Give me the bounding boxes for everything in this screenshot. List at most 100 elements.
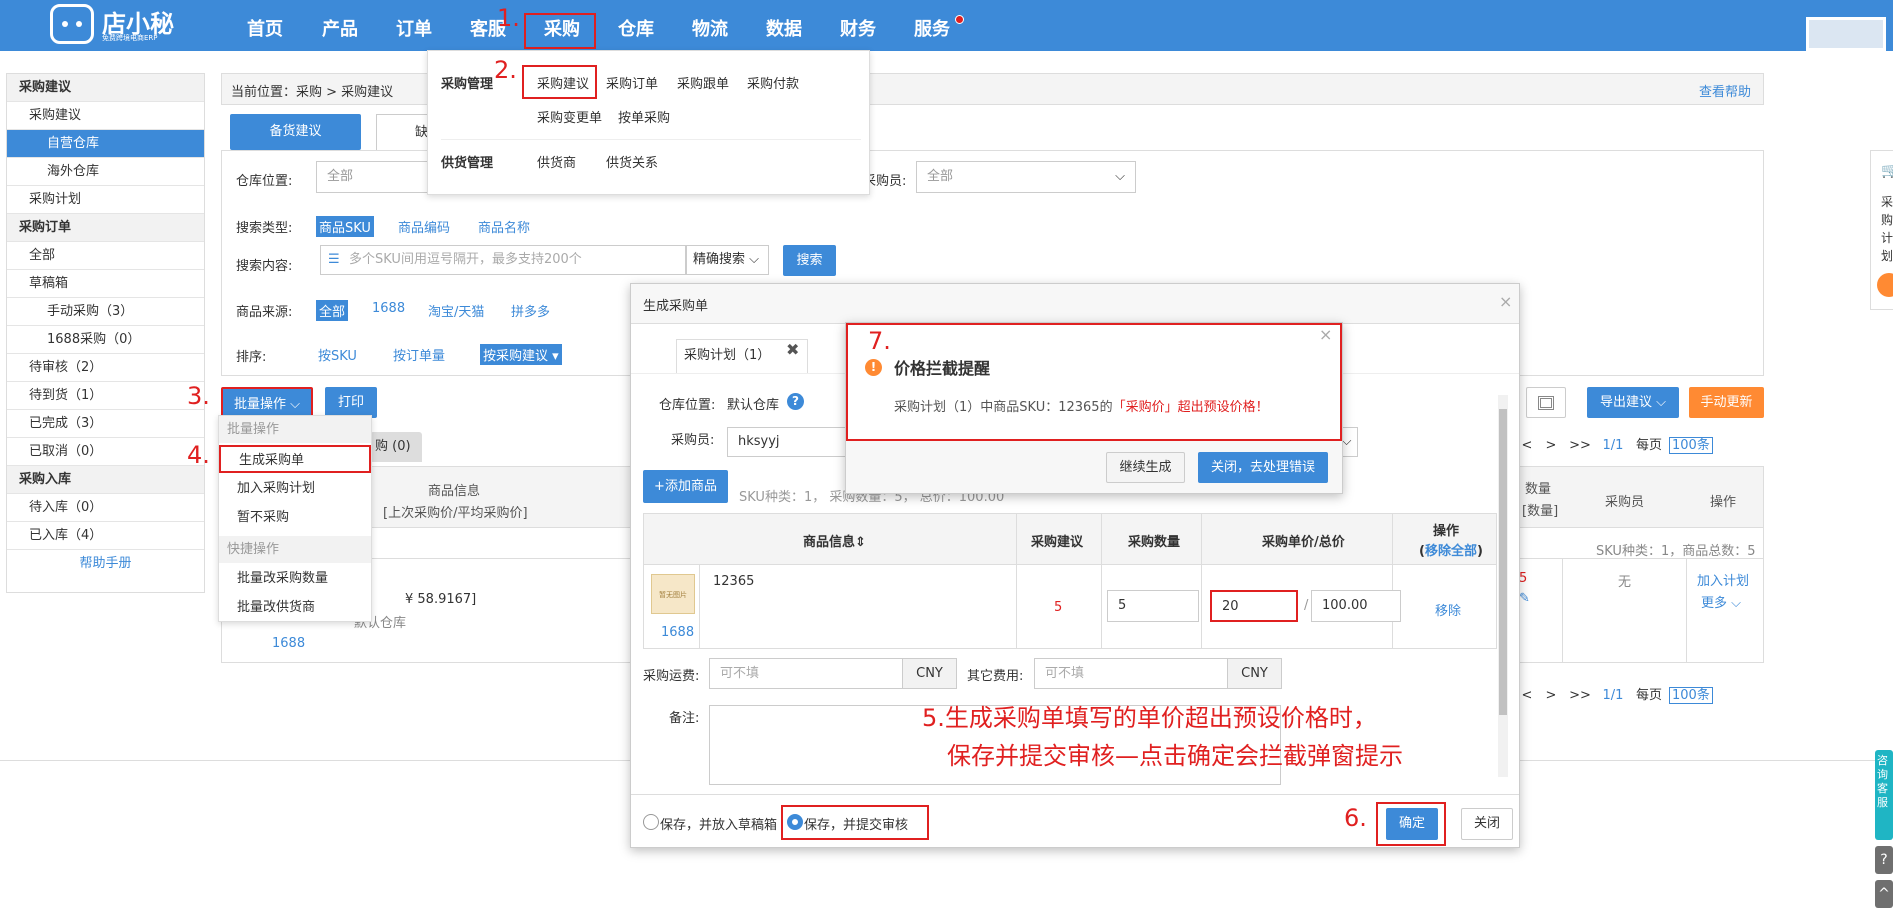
nav-products[interactable]: 产品 [322, 0, 358, 51]
sidebar-help-link[interactable]: 帮助手册 [7, 550, 204, 578]
user-avatar[interactable] [1806, 17, 1886, 51]
radio-submit-review[interactable] [787, 814, 803, 830]
sort-sku[interactable]: 按SKU [318, 345, 357, 364]
search-type-sku[interactable]: 商品SKU [316, 216, 374, 237]
nav-warehouse[interactable]: 仓库 [618, 0, 654, 51]
list-tab-purchase[interactable]: 购 (0) [370, 432, 422, 462]
batch-edit-supplier[interactable]: 批量改供货商 [219, 594, 371, 622]
per-page-select-bottom[interactable]: 100条 [1669, 687, 1713, 704]
row-source-link[interactable]: 1688 [272, 636, 305, 651]
menu-supply-relation[interactable]: 供货关系 [606, 152, 658, 171]
freight-input[interactable]: 可不填 [709, 658, 903, 689]
nav-purchase[interactable]: 采购 [544, 0, 580, 51]
menu-purchase-payment[interactable]: 采购付款 [747, 73, 799, 92]
row-source[interactable]: 1688 [661, 625, 694, 640]
modal-buyer-select[interactable]: hksyyj [727, 427, 847, 457]
confirm-button[interactable]: 确定 [1386, 808, 1438, 840]
qty-input[interactable]: 5 [1107, 590, 1199, 622]
pager-last[interactable]: >> [1563, 438, 1597, 453]
purchase-plan-float[interactable]: 🛒 采购计划 [1870, 150, 1893, 310]
sidebar-item[interactable]: 手动采购（3） [7, 298, 204, 326]
other-fee-input[interactable]: 可不填 [1034, 658, 1228, 689]
more-link[interactable]: 更多 ⌵ [1701, 592, 1741, 611]
modal-close-icon[interactable]: × [1499, 292, 1512, 311]
export-button[interactable]: 导出建议 ⌵ [1587, 387, 1679, 418]
continue-generate-button[interactable]: 继续生成 [1106, 452, 1185, 483]
add-to-plan-link[interactable]: 加入计划 [1697, 570, 1749, 589]
buyer-select[interactable]: 全部 ⌵ [916, 161, 1136, 193]
manual-update-button[interactable]: 手动更新 [1689, 387, 1764, 418]
remove-all-link[interactable]: (移除全部) [1419, 540, 1483, 559]
nav-logistics[interactable]: 物流 [692, 0, 728, 51]
batch-skip[interactable]: 暂不采购 [219, 504, 371, 532]
nav-orders[interactable]: 订单 [396, 0, 432, 51]
sort-suggestion[interactable]: 按采购建议 ▾ [480, 344, 562, 365]
search-type-name[interactable]: 商品名称 [478, 217, 530, 236]
batch-operation-button[interactable]: 批量操作 ⌵ [221, 387, 313, 418]
per-page-select[interactable]: 100条 [1669, 437, 1713, 454]
back-to-top-icon[interactable]: ^ [1875, 880, 1893, 908]
menu-purchase-order[interactable]: 采购订单 [606, 73, 658, 92]
menu-purchase-follow[interactable]: 采购跟单 [677, 73, 729, 92]
unit-price-input[interactable]: 20 [1210, 590, 1298, 622]
nav-home[interactable]: 首页 [247, 0, 283, 51]
nav-data[interactable]: 数据 [766, 0, 802, 51]
menu-supplier[interactable]: 供货商 [537, 152, 576, 171]
add-product-button[interactable]: +添加商品 [643, 470, 728, 503]
print-button[interactable]: 打印 [325, 387, 377, 418]
sidebar-item[interactable]: 已完成（3） [7, 410, 204, 438]
radio-draft[interactable] [643, 814, 659, 830]
remove-link[interactable]: 移除 [1435, 600, 1461, 619]
sidebar-item[interactable]: 采购建议 [7, 102, 204, 130]
sidebar-item[interactable]: 草稿箱 [7, 270, 204, 298]
help-circle-icon[interactable]: ? [1875, 846, 1893, 874]
batch-edit-qty[interactable]: 批量改采购数量 [219, 565, 371, 593]
total-price-input[interactable]: 100.00 [1311, 590, 1401, 622]
pager-next[interactable]: > [1539, 438, 1563, 453]
menu-purchase-by-order[interactable]: 按单采购 [618, 107, 670, 126]
sidebar-item[interactable]: 全部 [7, 242, 204, 270]
help-link[interactable]: 查看帮助 [1699, 81, 1751, 100]
nav-services[interactable]: 服务 [914, 0, 950, 51]
source-all[interactable]: 全部 [316, 300, 349, 321]
nav-finance[interactable]: 财务 [840, 0, 876, 51]
search-type-code[interactable]: 商品编码 [398, 217, 450, 236]
tab-close-icon[interactable]: ✖ [786, 340, 799, 359]
pager-last-bottom[interactable]: >> [1563, 688, 1597, 703]
close-fix-error-button[interactable]: 关闭，去处理错误 [1198, 452, 1328, 483]
edit-icon[interactable]: ✎ [1519, 591, 1530, 606]
search-button[interactable]: 搜索 [783, 245, 836, 276]
menu-purchase-suggestion[interactable]: 采购建议 [537, 73, 589, 92]
tab-stock-suggestion[interactable]: 备货建议 [230, 114, 361, 150]
other-fee-currency: CNY [1228, 658, 1282, 689]
grid-view-icon[interactable] [1526, 387, 1566, 418]
batch-add-plan[interactable]: 加入采购计划 [219, 475, 371, 503]
source-pdd[interactable]: 拼多多 [511, 301, 550, 320]
robot-logo-icon[interactable] [50, 4, 94, 44]
close-button[interactable]: 关闭 [1461, 808, 1513, 840]
pager-next-bottom[interactable]: > [1539, 688, 1563, 703]
source-1688[interactable]: 1688 [372, 301, 405, 316]
modal-tab-label: 采购计划（1） [684, 348, 771, 363]
sort-order-qty[interactable]: 按订单量 [393, 345, 445, 364]
modal-scrollbar[interactable] [1498, 395, 1508, 777]
warehouse-select[interactable]: 全部 [316, 161, 436, 193]
source-taobao[interactable]: 淘宝/天猫 [428, 301, 484, 320]
sidebar-item[interactable]: 1688采购（0） [7, 326, 204, 354]
sidebar-item[interactable]: 已入库（4） [7, 522, 204, 550]
search-input[interactable]: ☰ 多个SKU间用逗号隔开，最多支持200个 [320, 245, 686, 275]
batch-generate-po[interactable]: 生成采购单 [219, 445, 371, 473]
sidebar-item[interactable]: 已取消（0） [7, 438, 204, 466]
sidebar-item[interactable]: 自营仓库 [7, 130, 204, 158]
sidebar-item[interactable]: 待入库（0） [7, 494, 204, 522]
col-product-info[interactable]: 商品信息⇕ [803, 531, 866, 550]
help-question-icon[interactable]: ? [787, 393, 804, 410]
sidebar-item[interactable]: 采购计划 [7, 186, 204, 214]
sidebar-item[interactable]: 海外仓库 [7, 158, 204, 186]
sidebar-item[interactable]: 待审核（2） [7, 354, 204, 382]
consult-service-button[interactable]: 咨询客服 [1875, 750, 1893, 840]
menu-purchase-change[interactable]: 采购变更单 [537, 107, 602, 126]
col-product-info-label: 商品信息 [803, 535, 856, 550]
search-mode-select[interactable]: 精确搜索 ⌵ [686, 245, 769, 275]
sidebar-item[interactable]: 待到货（1） [7, 382, 204, 410]
